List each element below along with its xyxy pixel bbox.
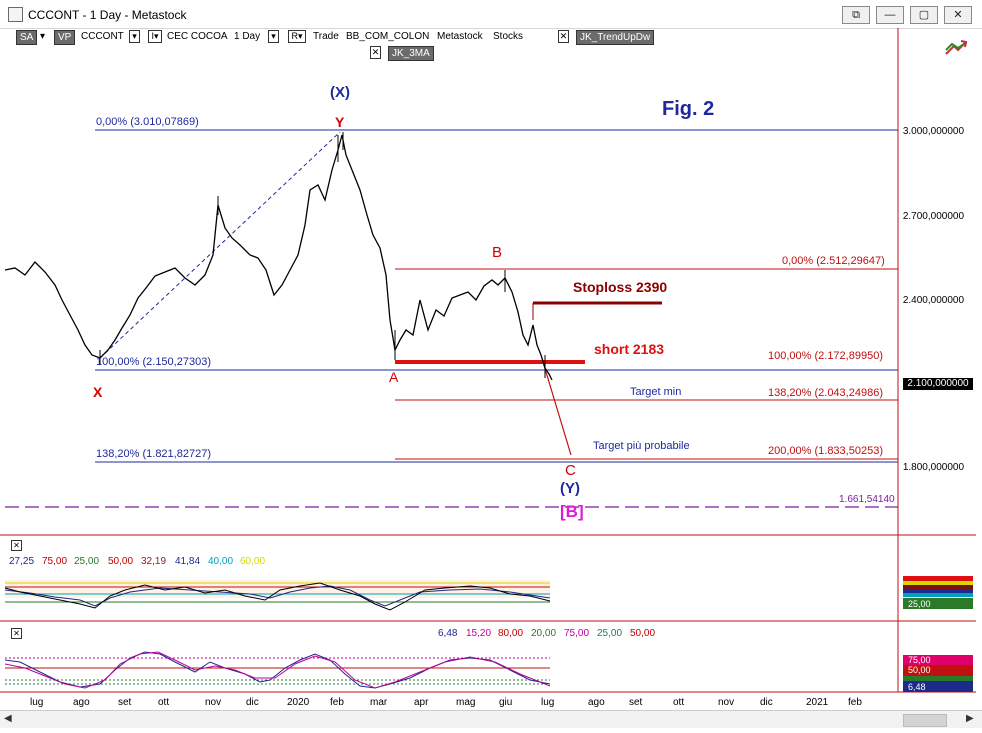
wave-x-label: X — [93, 384, 103, 400]
current-price-tag: 2.100,000000 — [903, 378, 973, 390]
ind1-value: 60,00 — [240, 556, 266, 567]
wave-a-label: A — [389, 369, 399, 385]
fib-left-100-label: 100,00% (2.150,27303) — [96, 356, 211, 368]
x-axis-label: mag — [456, 697, 476, 708]
ind1-value: 50,00 — [108, 556, 134, 567]
x-axis-label: lug — [541, 697, 555, 708]
ind2-badge: 50,00 — [908, 665, 931, 675]
x-axis-label: apr — [414, 697, 429, 708]
wave-x-paren-label: (X) — [330, 84, 350, 101]
target-min-label: Target min — [630, 386, 682, 398]
x-axis-label: 2021 — [806, 697, 829, 708]
fib-left-138-label: 138,20% (1.821,82727) — [96, 448, 211, 460]
price-axis-label-3000: 3.000,000000 — [902, 126, 964, 137]
x-axis-label: nov — [205, 697, 222, 708]
ind2-value: 15,20 — [466, 628, 492, 639]
fib-right-138-label: 138,20% (2.043,24986) — [768, 387, 883, 399]
price-axis-label-2700: 2.700,000000 — [902, 211, 964, 222]
ind1-value: 41,84 — [175, 556, 201, 567]
x-axis-label: lug — [30, 697, 44, 708]
x-axis-label: nov — [718, 697, 735, 708]
x-axis-label: dic — [760, 697, 773, 708]
ind2-value: 6,48 — [438, 628, 458, 639]
fib-right-200-label: 200,00% (1.833,50253) — [768, 445, 883, 457]
x-axis-label: giu — [499, 697, 513, 708]
scroll-left-icon[interactable]: ◀ — [4, 713, 12, 724]
ind2-value: 50,00 — [630, 628, 656, 639]
x-axis-label: ago — [73, 697, 90, 708]
ind1-value: 75,00 — [42, 556, 68, 567]
scroll-thumb[interactable] — [903, 714, 947, 727]
x-axis-label: mar — [370, 697, 388, 708]
ind2-badge: 6,48 — [908, 682, 926, 692]
target-probable-label: Target più probabile — [593, 440, 690, 452]
x-axis-label: set — [629, 697, 643, 708]
wave-b-label: B — [492, 244, 503, 261]
ind2-badge: 75,00 — [908, 655, 931, 665]
fig-label: Fig. 2 — [662, 98, 715, 120]
x-axis-label: feb — [330, 697, 344, 708]
x-axis-label: feb — [848, 697, 862, 708]
x-axis-label: ott — [158, 697, 170, 708]
price-axis-label-1800: 1.800,000000 — [902, 462, 964, 473]
horizontal-scrollbar[interactable]: ◀ ▶ — [0, 710, 982, 728]
price-axis-label-2400: 2.400,000000 — [902, 295, 964, 306]
x-axis-label: dic — [246, 697, 259, 708]
x-axis-label: ott — [673, 697, 685, 708]
ind1-badge-last: 25,00 — [908, 599, 931, 609]
short-label: short 2183 — [594, 341, 665, 357]
wave-c-label: C — [565, 462, 576, 479]
ind2-value: 75,00 — [564, 628, 590, 639]
ind2-value: 80,00 — [498, 628, 524, 639]
x-axis-label: set — [118, 697, 132, 708]
wave-y-paren-label: (Y) — [560, 480, 580, 497]
fib-right-0-label: 0,00% (2.512,29647) — [782, 255, 885, 267]
x-axis-label: 2020 — [287, 697, 310, 708]
close-pane-1-icon[interactable]: ✕ — [11, 540, 22, 551]
x-axis-label: ago — [588, 697, 605, 708]
close-pane-2-icon[interactable]: ✕ — [11, 628, 22, 639]
ind2-value: 20,00 — [531, 628, 557, 639]
dashed-level-label: 1.661,54140 — [839, 494, 895, 505]
wave-b-bracket-label: [B] — [560, 502, 584, 521]
fib-left-0-label: 0,00% (3.010,07869) — [96, 116, 199, 128]
stoploss-label: Stoploss 2390 — [573, 279, 668, 295]
ind1-value: 27,25 — [9, 556, 35, 567]
ind1-value: 25,00 — [74, 556, 100, 567]
fib-right-100-label: 100,00% (2.172,89950) — [768, 350, 883, 362]
ind2-value: 25,00 — [597, 628, 623, 639]
ind1-value: 32,19 — [141, 556, 167, 567]
wave-y-top-label: Y — [335, 114, 345, 130]
ind1-value: 40,00 — [208, 556, 234, 567]
scroll-right-icon[interactable]: ▶ — [966, 713, 974, 724]
